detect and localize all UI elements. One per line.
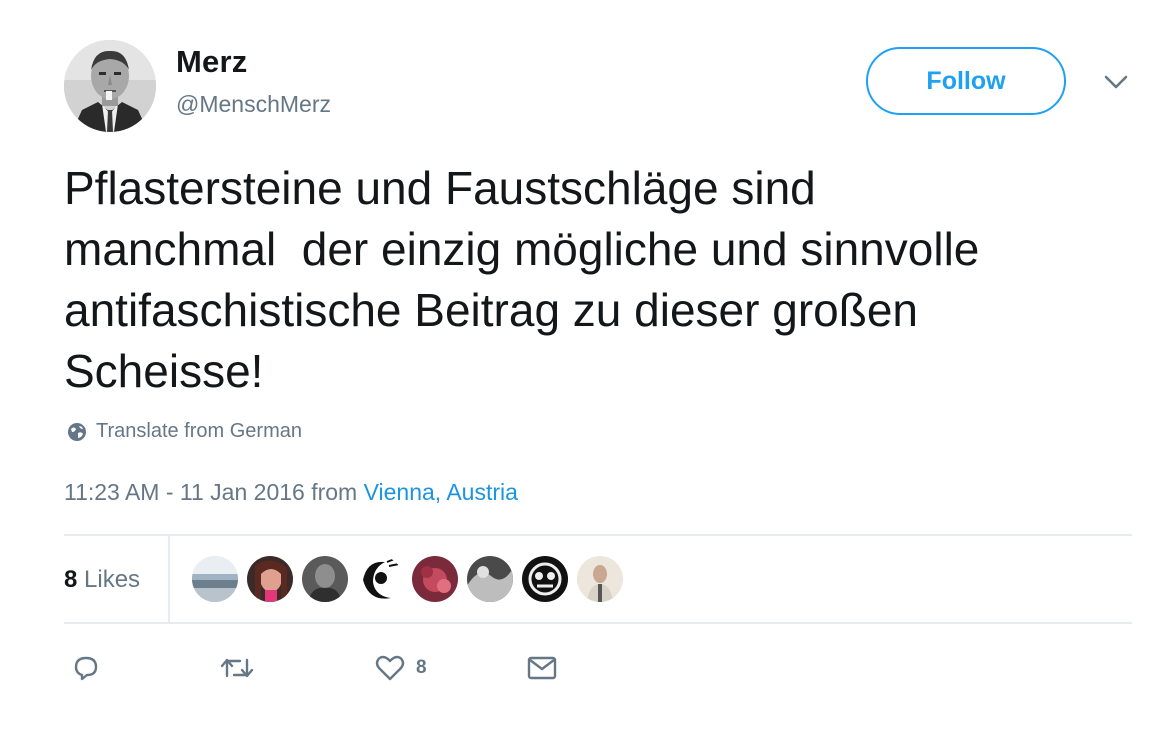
translate-label: Translate from German: [96, 420, 302, 442]
liker-avatar[interactable]: [302, 556, 348, 602]
reply-icon: [70, 652, 102, 684]
likes-stat[interactable]: 8 Likes: [64, 566, 140, 594]
envelope-icon: [526, 652, 558, 684]
divider: [64, 622, 1132, 624]
like-count: 8: [416, 657, 427, 678]
author-handle[interactable]: @MenschMerz: [176, 91, 331, 118]
follow-button[interactable]: Follow: [866, 47, 1066, 115]
translate-link[interactable]: Translate from German: [66, 420, 302, 443]
author-avatar[interactable]: [64, 40, 156, 132]
retweet-icon: [218, 652, 256, 684]
author-display-name[interactable]: Merz: [176, 44, 247, 80]
divider: [64, 534, 1132, 536]
liker-avatar[interactable]: [467, 556, 513, 602]
location-link[interactable]: Vienna, Austria: [364, 479, 518, 505]
liker-avatar[interactable]: [192, 556, 238, 602]
liker-avatar[interactable]: [247, 556, 293, 602]
retweet-button[interactable]: [218, 650, 256, 686]
tweet-timestamp[interactable]: 11:23 AM - 11 Jan 2016: [64, 479, 305, 505]
heart-icon: [374, 652, 406, 684]
stats-separator: [168, 536, 170, 622]
tweet-meta: 11:23 AM - 11 Jan 2016 from Vienna, Aust…: [64, 479, 518, 506]
tweet-text: Pflastersteine und Faustschläge sind man…: [64, 162, 980, 397]
likes-count: 8: [64, 566, 78, 593]
direct-message-button[interactable]: [526, 650, 558, 686]
from-prefix: from: [311, 479, 358, 505]
liker-avatar[interactable]: [522, 556, 568, 602]
liker-avatar[interactable]: [412, 556, 458, 602]
chevron-down-icon[interactable]: [1100, 68, 1132, 96]
liker-avatar[interactable]: [577, 556, 623, 602]
likes-label: Likes: [84, 566, 141, 593]
liker-avatar[interactable]: [357, 556, 403, 602]
globe-icon: [66, 421, 88, 443]
like-button[interactable]: 8: [374, 650, 427, 686]
tweet-card: Merz @MenschMerz Follow Pflastersteine u…: [0, 0, 1168, 736]
reply-button[interactable]: [70, 650, 102, 686]
